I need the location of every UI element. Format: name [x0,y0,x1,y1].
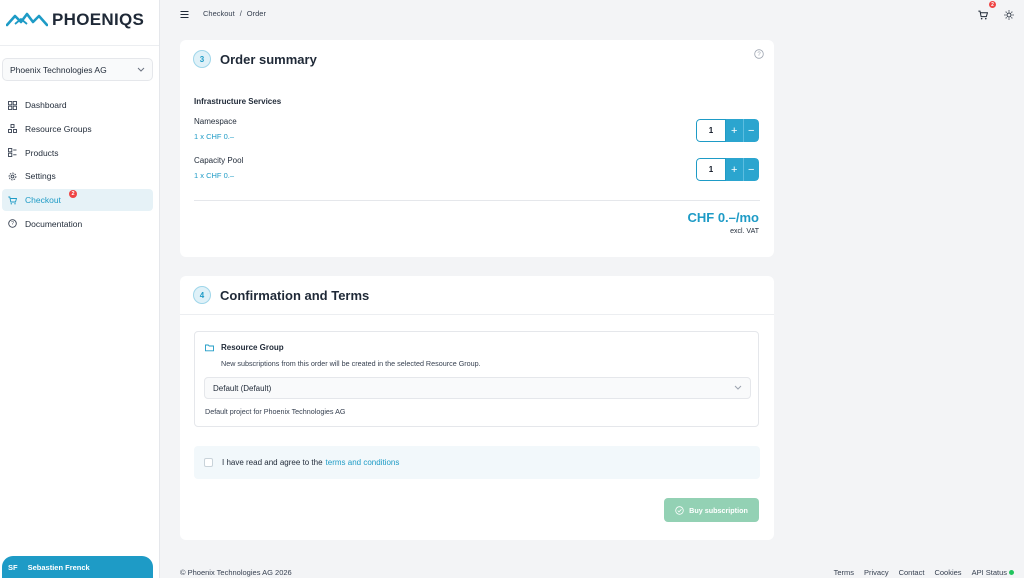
total-price: CHF 0.–/mo [687,210,759,225]
folder-icon [205,344,214,352]
brand-name: PHOENIQS [52,10,145,29]
sidebar-item-label: Checkout [25,195,61,206]
user-name: Sebastien Frenck [27,562,90,572]
quantity-stepper[interactable]: 1 + − [696,158,759,181]
item-price: 1 x CHF 0.– [194,132,235,141]
buy-button-label: Buy subscription [689,505,748,515]
increment-button[interactable]: + [726,158,743,181]
divider [194,200,760,201]
step-number: 3 [193,50,211,68]
check-circle-icon [675,505,684,515]
chevron-down-icon [137,67,145,72]
sidebar-item-label: Resource Groups [25,123,92,134]
footer-link-api-status[interactable]: API Status [972,568,1014,577]
sidebar-item-dashboard[interactable]: Dashboard [2,94,153,116]
products-icon [8,148,17,158]
confirmation-card: 4 Confirmation and Terms Resource Group … [180,276,774,540]
svg-text:?: ? [11,222,14,228]
menu-icon[interactable] [180,10,189,19]
resource-group-panel: Resource Group New subscriptions from th… [194,331,759,427]
checkout-badge: 2 [69,190,77,199]
sidebar-item-products[interactable]: Products [2,142,153,164]
copyright: © Phoenix Technologies AG 2026 [180,568,292,577]
section-label: Infrastructure Services [194,97,282,106]
item-price: 1 x CHF 0.– [194,171,235,180]
quantity-value[interactable]: 1 [696,119,726,142]
status-dot-icon [1009,570,1014,575]
footer-link-privacy[interactable]: Privacy [864,568,889,577]
cart-icon[interactable] [978,10,988,20]
organization-select[interactable]: Phoenix Technologies AG [2,58,153,81]
sidebar-item-documentation[interactable]: ? Documentation [2,213,153,235]
divider [0,45,159,46]
topbar: Checkout / Order 2 [160,0,1024,30]
sidebar: PHOENIQS Phoenix Technologies AG Dashboa… [0,0,160,578]
divider [180,314,774,315]
resource-group-hint: Default project for Phoenix Technologies… [205,407,346,416]
footer-link-contact[interactable]: Contact [899,568,925,577]
quantity-stepper[interactable]: 1 + − [696,119,759,142]
breadcrumb-separator: / [239,9,242,18]
dashboard-icon [8,100,17,110]
brand-logo[interactable]: PHOENIQS [6,10,144,30]
breadcrumb-order: Order [246,9,266,18]
sidebar-item-label: Dashboard [25,100,67,110]
chevron-down-icon [734,385,742,390]
sidebar-item-label: Documentation [25,218,83,229]
breadcrumb: Checkout / Order [203,9,266,18]
buy-subscription-button[interactable]: Buy subscription [664,498,759,522]
item-name: Capacity Pool [194,156,244,165]
sun-icon[interactable] [1004,10,1014,20]
cart-badge: 2 [989,1,996,8]
footer-links: Terms Privacy Contact Cookies API Status [834,568,1014,577]
resource-groups-icon [8,124,17,134]
svg-text:?: ? [757,52,761,58]
breadcrumb-checkout[interactable]: Checkout [203,9,235,18]
selected-resource-group: Default (Default) [213,383,272,393]
card-title: Confirmation and Terms [220,288,370,303]
api-status-label: API Status [971,568,1007,577]
terms-checkbox[interactable] [204,458,213,467]
sidebar-item-label: Settings [25,171,56,182]
sidebar-item-label: Products [25,147,59,158]
order-summary-card: 3 Order summary ? Infrastructure Service… [180,40,774,257]
quantity-value[interactable]: 1 [696,158,726,181]
cart-icon [8,196,17,205]
resource-group-select[interactable]: Default (Default) [204,377,751,399]
gear-icon [8,172,17,181]
decrement-button[interactable]: − [742,119,759,142]
terms-agreement: I have read and agree to the terms and c… [194,446,760,479]
sidebar-nav: Dashboard Resource Groups Products Setti… [2,94,153,237]
card-title: Order summary [220,52,317,67]
footer-link-terms[interactable]: Terms [834,568,854,577]
footer-link-cookies[interactable]: Cookies [934,568,961,577]
vat-note: excl. VAT [730,228,759,235]
step-number: 4 [193,286,211,304]
organization-name: Phoenix Technologies AG [10,64,107,75]
sidebar-item-resource-groups[interactable]: Resource Groups [2,118,153,140]
user-menu-button[interactable]: SF Sebastien Frenck [2,556,153,578]
terms-label: I have read and agree to the terms and c… [222,458,399,467]
documentation-icon: ? [8,219,17,229]
phoeniqs-logo-icon [6,12,48,27]
resource-group-title: Resource Group [221,343,284,352]
resource-group-description: New subscriptions from this order will b… [221,359,481,368]
terms-prefix: I have read and agree to the [222,458,323,467]
item-name: Namespace [194,117,237,126]
avatar: SF [8,562,18,572]
help-icon[interactable]: ? [754,49,764,59]
terms-link[interactable]: terms and conditions [326,458,400,467]
sidebar-item-settings[interactable]: Settings [2,165,153,187]
decrement-button[interactable]: − [742,158,759,181]
increment-button[interactable]: + [726,119,743,142]
sidebar-item-checkout[interactable]: Checkout 2 [2,189,153,212]
